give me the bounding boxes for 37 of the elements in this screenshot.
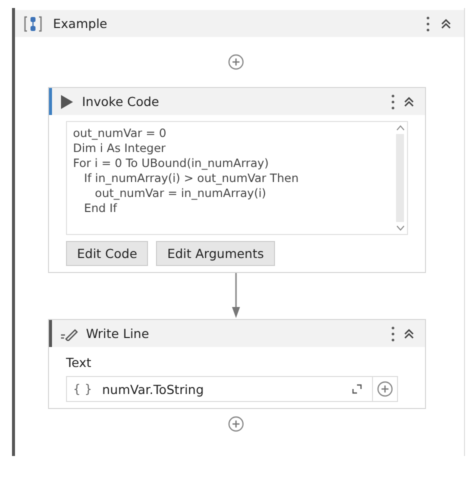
edit-button[interactable]: Edit Arguments (156, 241, 275, 266)
play-icon (60, 94, 74, 110)
activity-title: Write Line (86, 326, 150, 341)
code-line: For i = 0 To UBound(in_numArray) (73, 156, 270, 171)
pencil-lines-icon (60, 326, 78, 340)
activity-header[interactable]: Write Line (49, 320, 425, 347)
field-value: numVar.ToString (102, 382, 205, 396)
edit-button[interactable]: Edit Code (66, 241, 148, 266)
expand-icon[interactable] (352, 384, 362, 394)
code-line: If in_numArray(i) > out_numVar Then (82, 171, 300, 186)
add-activity-icon[interactable] (228, 416, 244, 432)
field-label: Text (66, 355, 92, 370)
more-options-icon[interactable] (426, 16, 430, 32)
code-line: End If (82, 201, 118, 216)
add-activity-icon[interactable] (377, 381, 393, 397)
text-field[interactable]: { } numVar.ToString (66, 376, 398, 402)
connector-arrow (231, 273, 241, 319)
code-line: Dim i As Integer (73, 141, 167, 156)
more-options-icon[interactable] (391, 94, 395, 110)
sequence-header[interactable]: Example (15, 10, 464, 37)
scroll-up-icon[interactable] (396, 125, 404, 131)
activity-title: Invoke Code (82, 94, 160, 109)
sequence-title: Example (53, 16, 108, 31)
expression-marker: { } (73, 382, 92, 396)
scroll-down-icon[interactable] (396, 225, 404, 231)
more-options-icon[interactable] (391, 326, 395, 342)
code-editor[interactable]: out_numVar = 0 Dim i As Integer For i = 0 To UBound(in_numArray) If in_numArray(i) > out_numVar Then out_numVar = in_numArray(i) End If (66, 121, 408, 235)
collapse-icon[interactable] (440, 18, 452, 30)
activity-card[interactable]: Invoke Code out_numVar = 0 Dim i As Integer For i = 0 To UBound(in_numArray) If in_numArray(i) > out_numVar Then out_numVar = in_numArray(i) End If Edit Code Edit Arguments (48, 87, 426, 273)
activity-card[interactable]: Write Line Text { } numVar.ToString (48, 319, 426, 409)
code-line: out_numVar = in_numArray(i) (94, 186, 268, 201)
collapse-icon[interactable] (403, 96, 415, 108)
sequence-icon (23, 14, 43, 32)
collapse-icon[interactable] (403, 328, 415, 340)
add-activity-icon[interactable] (228, 54, 244, 70)
code-line: out_numVar = 0 (73, 126, 168, 141)
activity-header[interactable]: Invoke Code (49, 88, 425, 115)
